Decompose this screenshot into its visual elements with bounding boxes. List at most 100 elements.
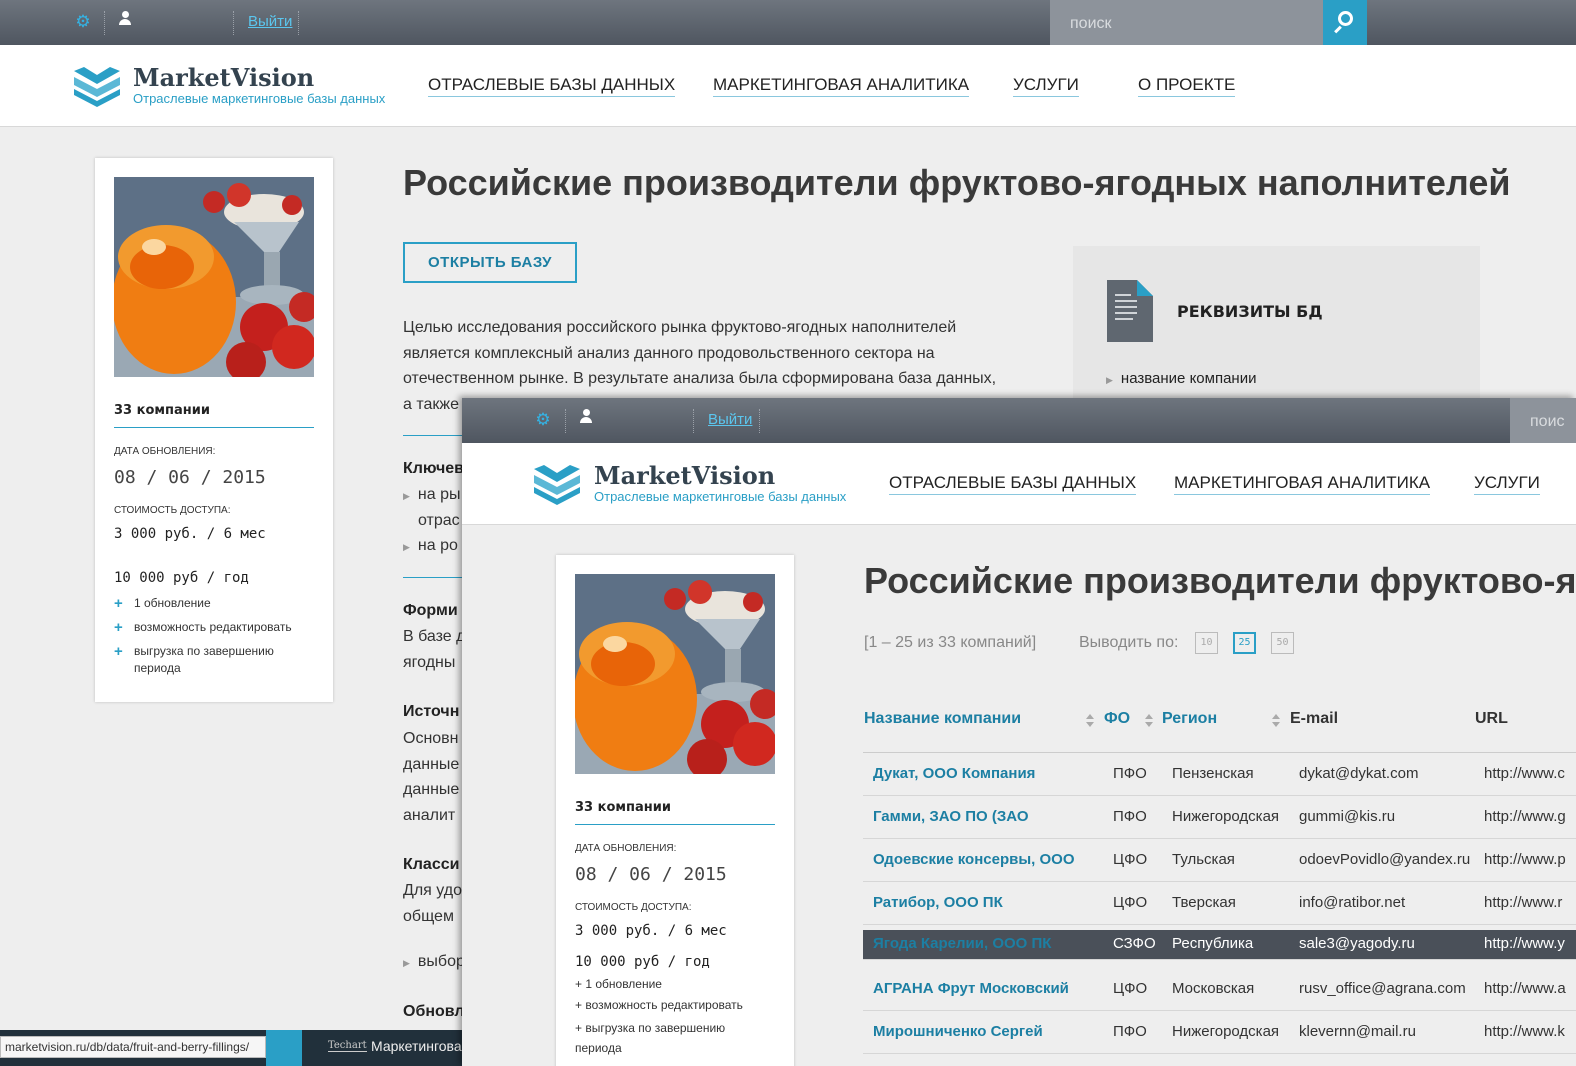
brand-name[interactable]: MarketVision [133, 63, 314, 92]
price-6-months: 3 000 руб. / 6 мес [575, 923, 727, 939]
section-update-heading: Обновл [403, 1003, 465, 1020]
section-form-heading: Форми [403, 602, 458, 619]
taskbar-button[interactable] [266, 1030, 302, 1066]
sort-icon[interactable] [1086, 714, 1094, 728]
nav-marketing-analytics[interactable]: МАРКЕТИНГОВАЯ АНАЛИТИКА [713, 75, 970, 97]
company-count: 33 компании [114, 403, 210, 418]
user-icon[interactable] [118, 11, 132, 29]
column-header-fo[interactable]: ФО [1104, 710, 1130, 728]
logout-link[interactable]: Выйти [248, 13, 292, 30]
company-name-link[interactable]: Ягода Карелии, ООО ПК [873, 935, 1051, 952]
region-cell: Московская [1172, 980, 1255, 997]
feature-item: + 1 обновление [575, 977, 662, 991]
fo-cell: ПФО [1113, 1023, 1147, 1040]
feature-item: + возможность редактировать [575, 998, 743, 1012]
search-input[interactable]: поиск [1050, 0, 1323, 45]
email-cell: sale3@yagody.ru [1299, 935, 1415, 952]
feature-item: +1 обновление [114, 595, 211, 612]
per-page-option-10[interactable]: 10 [1195, 632, 1218, 654]
database-card: 33 компании ДАТА ОБНОВЛЕНИЯ: 08 / 06 / 2… [556, 555, 794, 1066]
updated-label: ДАТА ОБНОВЛЕНИЯ: [575, 843, 677, 854]
open-database-button[interactable]: ОТКРЫТЬ БАЗУ [403, 242, 577, 283]
nav-industry-databases[interactable]: ОТРАСЛЕВЫЕ БАЗЫ ДАННЫХ [428, 75, 676, 97]
section-source-heading: Источн [403, 703, 460, 720]
front-window: ⚙ Выйти поис MarketVision Отраслевые мар… [462, 398, 1576, 1066]
gear-icon[interactable]: ⚙ [534, 411, 552, 429]
price-6-months: 3 000 руб. / 6 мес [114, 526, 266, 542]
page-title: Российские производители фруктово-ягодны… [403, 162, 1511, 203]
product-image [114, 177, 314, 377]
company-name-link[interactable]: Ратибор, ООО ПК [873, 894, 1003, 911]
price-year: 10 000 руб / год [575, 954, 710, 970]
url-cell: http://www.r [1484, 894, 1563, 911]
top-bar: ⚙ Выйти поиск [0, 0, 1576, 45]
column-header-email: E-mail [1290, 710, 1339, 727]
per-page-option-50[interactable]: 50 [1271, 632, 1294, 654]
nav-services[interactable]: УСЛУГИ [1013, 75, 1079, 97]
nav-industry-databases[interactable]: ОТРАСЛЕВЫЕ БАЗЫ ДАННЫХ [889, 473, 1137, 495]
taskbar-window-title[interactable]: Маркетингова [371, 1038, 462, 1054]
table-row[interactable]: Одоевские консервы, ООО ЦФО Тульская odo… [863, 839, 1576, 882]
table-row[interactable]: Дукат, ООО Компания ПФО Пензенская dykat… [863, 753, 1576, 796]
company-name-link[interactable]: Гамми, ЗАО ПО (ЗАО [873, 808, 1029, 825]
sort-icon[interactable] [1272, 714, 1280, 728]
column-header-region[interactable]: Регион [1162, 710, 1217, 728]
search-icon [1338, 11, 1353, 26]
divider [298, 11, 299, 35]
product-image [575, 574, 775, 774]
nav-about[interactable]: О ПРОЕКТЕ [1138, 75, 1236, 97]
region-cell: Пензенская [1172, 765, 1254, 782]
url-cell: http://www.k [1484, 1023, 1565, 1040]
plus-icon: + [114, 643, 123, 660]
table-row-highlighted[interactable]: Ягода Карелии, ООО ПК СЗФО Республика sa… [863, 930, 1576, 960]
techart-logo: Techart [328, 1040, 367, 1052]
url-cell: http://www.y [1484, 935, 1565, 952]
site-header: MarketVision Отраслевые маркетинговые ба… [462, 443, 1576, 525]
per-page-option-25[interactable]: 25 [1233, 632, 1256, 654]
divider [693, 409, 694, 433]
requisites-item: ▶ название компании [1106, 370, 1257, 387]
per-page-label: Выводить по: [1079, 634, 1179, 651]
results-range: [1 – 25 из 33 компаний] [864, 634, 1037, 651]
search-input[interactable]: поис [1510, 398, 1576, 443]
fo-cell: СЗФО [1113, 935, 1156, 952]
table-row[interactable]: Гамми, ЗАО ПО (ЗАО ПФО Нижегородская gum… [863, 796, 1576, 839]
url-cell: http://www.a [1484, 980, 1566, 997]
region-cell: Тульская [1172, 851, 1235, 868]
fo-cell: ЦФО [1113, 980, 1148, 997]
nav-marketing-analytics[interactable]: МАРКЕТИНГОВАЯ АНАЛИТИКА [1174, 473, 1431, 495]
list-item-continued: отрас [418, 512, 460, 529]
fo-cell: ПФО [1113, 808, 1147, 825]
brand-name[interactable]: MarketVision [594, 461, 775, 490]
table-row[interactable]: Мирошниченко Сергей ПФО Нижегородская kl… [863, 1011, 1576, 1054]
company-name-link[interactable]: Мирошниченко Сергей [873, 1023, 1043, 1040]
region-cell: Тверская [1172, 894, 1236, 911]
section-class-text: Для удо общем [403, 882, 462, 925]
divider [575, 824, 775, 825]
divider [233, 11, 234, 35]
sort-icon[interactable] [1145, 714, 1153, 728]
gear-icon[interactable]: ⚙ [74, 13, 92, 31]
company-count: 33 компании [575, 800, 671, 815]
marketvision-logo-icon[interactable] [74, 65, 120, 107]
url-cell: http://www.p [1484, 851, 1566, 868]
divider [565, 409, 566, 433]
region-cell: Нижегородская [1172, 1023, 1280, 1040]
company-name-link[interactable]: АГРАНА Фрут Московский [873, 980, 1069, 997]
column-header-url: URL [1475, 710, 1508, 727]
table-row[interactable]: Ратибор, ООО ПК ЦФО Тверская info@ratibo… [863, 882, 1576, 925]
company-name-link[interactable]: Одоевские консервы, ООО [873, 851, 1075, 868]
section-class-heading: Класси [403, 856, 460, 873]
company-name-link[interactable]: Дукат, ООО Компания [873, 765, 1035, 782]
fo-cell: ЦФО [1113, 894, 1148, 911]
divider [114, 427, 314, 428]
top-bar: ⚙ Выйти поис [462, 398, 1576, 443]
nav-services[interactable]: УСЛУГИ [1474, 473, 1540, 495]
marketvision-logo-icon[interactable] [534, 463, 580, 505]
search-button[interactable] [1323, 0, 1367, 45]
column-header-company[interactable]: Название компании [864, 710, 1021, 728]
table-row[interactable]: АГРАНА Фрут Московский ЦФО Московская ru… [863, 968, 1576, 1011]
logout-link[interactable]: Выйти [708, 411, 752, 428]
user-icon[interactable] [579, 409, 593, 427]
divider [403, 577, 463, 578]
